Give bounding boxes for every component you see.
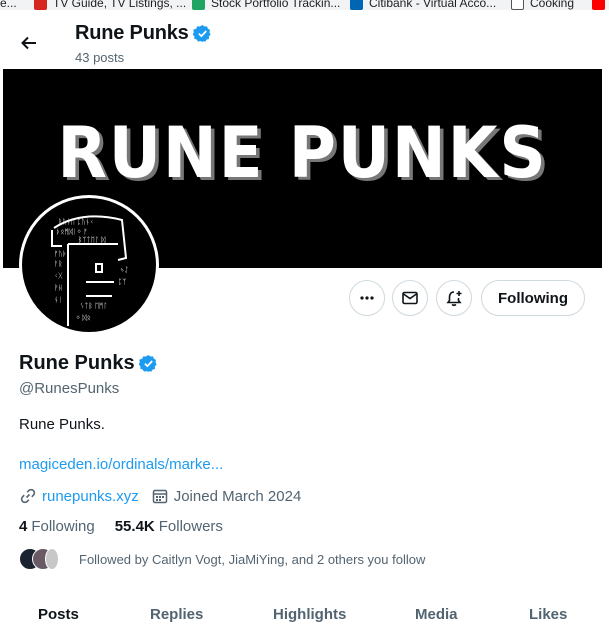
svg-text:ᛜ ᛞᛟ: ᛜ ᛞᛟ — [76, 314, 91, 322]
joined-date: Joined March 2024 — [173, 487, 302, 505]
tab-media[interactable]: Media — [415, 606, 458, 623]
bookmark-item[interactable]: TV Guide, TV Listings, ... — [34, 0, 186, 10]
citi-icon — [350, 0, 363, 10]
rune-punk-art: ᚱᚢᚾᛖ ᛈᚢᚾᚲ ᚦᛟᛗᛞᛁᛜ ᚠ ᛒᛉᛏᛖᛚ ᛞ ᚠᚢᚦ ᚨᚱ ᚲᚷ ᚹᚺ … — [51, 215, 128, 326]
joined-item: Joined March 2024 — [151, 487, 302, 505]
bookmark-item[interactable]: e... — [0, 0, 17, 10]
bookmark-label: Stock Portfolio Trackin... — [211, 0, 341, 10]
svg-text:ᛊᛏᛒ ᛖᛗᛚ: ᛊᛏᛒ ᛖᛗᛚ — [80, 302, 107, 310]
bookmark-label: Cooking — [530, 0, 575, 10]
message-button[interactable] — [392, 280, 428, 316]
following-label: Following — [31, 518, 95, 535]
notifications-button[interactable] — [436, 280, 472, 316]
bookmark-label: TV Guide, TV Listings, ... — [53, 0, 187, 10]
header-name: Rune Punks — [75, 22, 189, 44]
bio-link[interactable]: magiceden.io/ordinals/marke... — [19, 456, 223, 473]
following-button[interactable]: Following — [481, 280, 585, 316]
profile-avatar[interactable]: ᚱᚢᚾᛖ ᛈᚢᚾᚲ ᚦᛟᛗᛞᛁᛜ ᚠ ᛒᛉᛏᛖᛚ ᛞ ᚠᚢᚦ ᚨᚱ ᚲᚷ ᚹᚺ … — [19, 195, 159, 335]
arrow-left-icon — [21, 36, 36, 50]
calendar-icon — [152, 489, 167, 504]
bookmarks-bar: e... TV Guide, TV Listings, ... Stock Po… — [0, 0, 609, 10]
more-button[interactable] — [349, 280, 385, 316]
svg-text:ᛃᛇ: ᛃᛇ — [120, 266, 128, 274]
verified-badge-icon[interactable] — [138, 354, 158, 373]
back-button[interactable] — [12, 26, 46, 60]
profile-name-row: Rune Punks — [19, 352, 158, 375]
avatar — [45, 548, 59, 570]
tab-likes[interactable]: Likes — [529, 606, 567, 623]
followers-count: 55.4K — [114, 518, 155, 535]
banner-title: RUNE PUNKS — [57, 111, 548, 194]
website-link[interactable]: runepunks.xyz — [42, 488, 139, 505]
more-horizontal-icon — [360, 296, 374, 300]
bookmark-item[interactable]: Cooking — [511, 0, 574, 10]
tvguide-icon — [34, 0, 47, 10]
follower-avatars — [19, 548, 63, 570]
tab-posts[interactable]: Posts — [38, 606, 79, 623]
envelope-icon — [402, 291, 418, 305]
svg-text:ᚱᚢᚾᛖ ᛈᚢᚾᚲ: ᚱᚢᚾᛖ ᛈᚢᚾᚲ — [58, 218, 94, 226]
tab-highlights[interactable]: Highlights — [273, 606, 346, 623]
profile-bio: Rune Punks. — [19, 416, 105, 433]
following-link[interactable]: 4 Following — [19, 518, 95, 535]
link-icon — [20, 488, 36, 504]
youtube-icon — [592, 0, 605, 10]
bell-plus-icon — [446, 291, 462, 307]
spreadsheet-icon — [192, 0, 205, 10]
svg-text:ᛒᛉᛏᛖᛚ ᛞ: ᛒᛉᛏᛖᛚ ᛞ — [78, 236, 106, 244]
svg-text:ᚲᚷ: ᚲᚷ — [54, 272, 63, 280]
followers-label: Followers — [158, 518, 223, 535]
svg-text:ᛈᛉ: ᛈᛉ — [118, 278, 126, 286]
followers-link[interactable]: 55.4K Followers — [115, 518, 223, 535]
website-item: runepunks.xyz — [19, 487, 139, 505]
svg-text:ᚹᚺ: ᚹᚺ — [54, 284, 62, 292]
profile-handle: @RunesPunks — [19, 380, 120, 397]
svg-text:ᚨᚱ: ᚨᚱ — [54, 260, 62, 268]
bookmark-item[interactable] — [592, 0, 609, 10]
bookmark-item[interactable]: Citibank - Virtual Acco... — [350, 0, 496, 10]
profile-name: Rune Punks — [19, 352, 135, 374]
followed-by-text: Followed by Caitlyn Vogt, JiaMiYing, and… — [79, 551, 426, 567]
tab-replies[interactable]: Replies — [150, 606, 203, 623]
verified-badge-icon — [192, 25, 211, 43]
svg-text:ᚠᚢᚦ: ᚠᚢᚦ — [54, 250, 67, 258]
header-title: Rune Punks — [75, 22, 212, 45]
post-count: 43 posts — [75, 50, 125, 65]
bookmark-label: Citibank - Virtual Acco... — [369, 0, 497, 10]
folder-icon — [511, 0, 524, 10]
profile-meta: runepunks.xyz Joined March 2024 — [19, 487, 313, 505]
svg-text:ᚦᛟᛗᛞᛁᛜ ᚠ: ᚦᛟᛗᛞᛁᛜ ᚠ — [56, 228, 88, 236]
bookmark-item[interactable]: Stock Portfolio Trackin... — [192, 0, 340, 10]
svg-text:ᚾᛁ: ᚾᛁ — [54, 296, 62, 304]
avatar-image: ᚱᚢᚾᛖ ᛈᚢᚾᚲ ᚦᛟᛗᛞᛁᛜ ᚠ ᛒᛉᛏᛖᛚ ᛞ ᚠᚢᚦ ᚨᚱ ᚲᚷ ᚹᚺ … — [22, 198, 156, 332]
follow-stats: 4 Following 55.4K Followers — [19, 518, 243, 535]
following-count: 4 — [19, 518, 28, 535]
bookmark-label: e... — [0, 0, 17, 10]
followed-by[interactable]: Followed by Caitlyn Vogt, JiaMiYing, and… — [19, 548, 425, 570]
profile-tabs: Posts Replies Highlights Media Likes — [0, 600, 609, 624]
